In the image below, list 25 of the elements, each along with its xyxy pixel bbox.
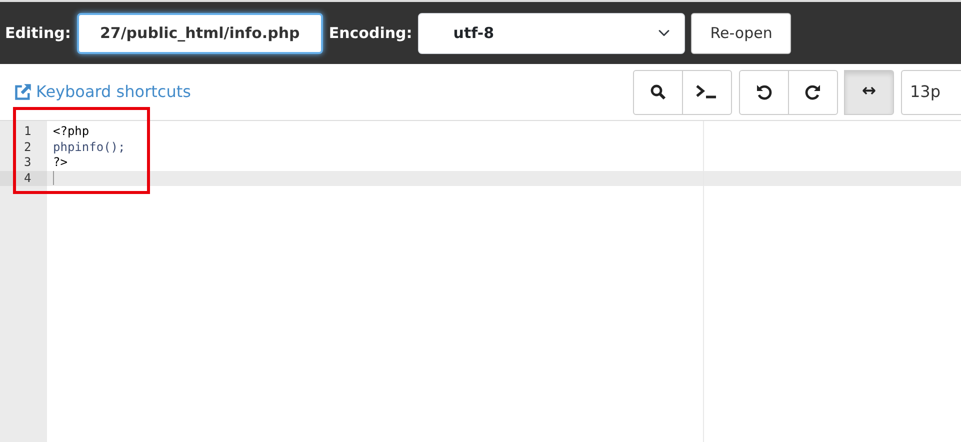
file-path-field[interactable]: 27/public_html/info.php xyxy=(76,12,323,54)
line-number: 1 xyxy=(23,124,32,140)
search-button[interactable] xyxy=(633,70,683,114)
font-size-select[interactable]: 13p xyxy=(901,70,961,114)
text-cursor xyxy=(53,171,54,186)
external-link-icon xyxy=(14,83,32,101)
search-icon xyxy=(650,84,666,100)
line-number: 2 xyxy=(23,140,32,155)
redo-button[interactable] xyxy=(788,70,838,114)
undo-button[interactable] xyxy=(739,70,789,114)
line-number: 4 xyxy=(0,170,47,186)
editing-label: Editing: xyxy=(5,22,71,44)
wrap-toggle-button[interactable]: ↔ xyxy=(844,70,894,114)
encoding-select[interactable]: utf-8 xyxy=(418,12,686,54)
code-line: <?php xyxy=(53,124,90,138)
undo-icon xyxy=(756,84,772,100)
goto-line-button[interactable] xyxy=(682,70,732,114)
line-number: 3 xyxy=(23,155,32,170)
keyboard-shortcuts-link[interactable]: Keyboard shortcuts xyxy=(14,80,191,104)
reopen-button[interactable]: Re-open xyxy=(691,12,792,54)
code-line: phpinfo(); xyxy=(53,140,126,154)
code-line: ?> xyxy=(53,155,68,169)
terminal-icon xyxy=(696,85,718,99)
encoding-label: Encoding: xyxy=(328,22,412,44)
redo-icon xyxy=(805,84,821,100)
